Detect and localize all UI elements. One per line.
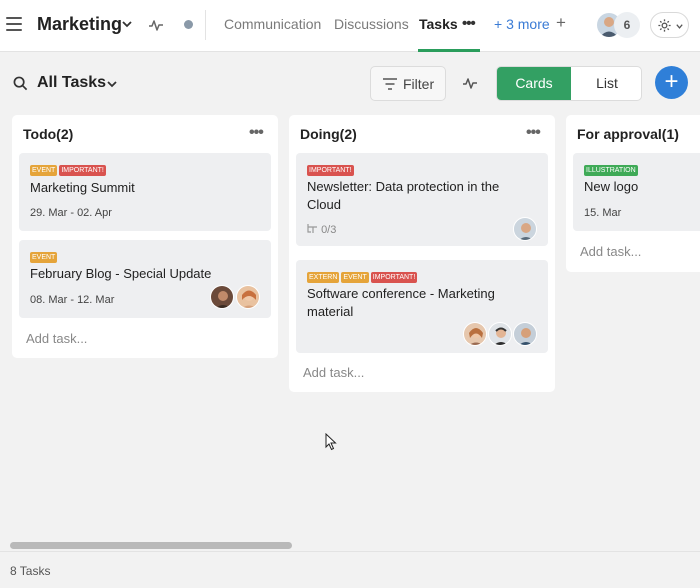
column-title: For approval(1) (577, 126, 679, 142)
active-tab-indicator (418, 49, 480, 52)
task-count: 8 Tasks (10, 564, 51, 578)
filter-icon (383, 78, 397, 90)
add-task-button[interactable]: + (655, 66, 688, 99)
avatar[interactable] (488, 322, 512, 346)
member-count-badge[interactable]: 6 (614, 12, 640, 38)
footer-divider (0, 551, 700, 552)
add-tab-icon[interactable]: + (556, 13, 566, 33)
settings-button[interactable] (650, 12, 689, 38)
tag-list: EVENT IMPORTANT! (30, 165, 108, 177)
add-task-link[interactable]: Add task... (26, 331, 87, 346)
tag-illustration: ILLUSTRATION (584, 165, 638, 176)
card-title-line: material (307, 304, 354, 319)
list-view-button[interactable]: List (571, 67, 641, 100)
mouse-cursor-icon (325, 433, 337, 451)
column-menu-icon[interactable]: ••• (249, 124, 264, 142)
card-title-line: Cloud (307, 197, 341, 212)
search-icon[interactable] (13, 76, 28, 91)
horizontal-scrollbar[interactable] (10, 542, 292, 549)
avatar[interactable] (463, 322, 487, 346)
column-title: Todo(2) (23, 126, 74, 142)
add-task-link[interactable]: Add task... (580, 244, 641, 259)
column-todo: Todo(2) ••• EVENT IMPORTANT! Marketing Su… (12, 115, 278, 358)
card-date: 29. Mar - 02. Apr (30, 207, 112, 219)
tab-communication[interactable]: Communication (224, 16, 321, 32)
tag-important: IMPORTANT! (59, 165, 106, 176)
avatar[interactable] (513, 322, 537, 346)
activity-icon[interactable] (462, 75, 478, 91)
chevron-down-icon[interactable] (106, 78, 118, 90)
filter-button[interactable]: Filter (370, 66, 446, 101)
task-card[interactable]: IMPORTANT! Newsletter: Data protection i… (296, 153, 548, 246)
chevron-down-icon (676, 24, 683, 29)
card-title: Software conference - Marketing material (307, 285, 495, 321)
card-title: New logo (584, 179, 639, 194)
column-for-approval: For approval(1) ILLUSTRATION New logo 15… (566, 115, 700, 272)
gear-icon (658, 19, 671, 32)
avatar[interactable] (513, 217, 537, 241)
subtask-progress: 0/3 (307, 224, 336, 236)
avatar[interactable] (210, 285, 234, 309)
chevron-down-icon[interactable] (121, 18, 133, 30)
card-title-line: Newsletter: Data protection in the (307, 179, 500, 194)
avatar[interactable] (236, 285, 260, 309)
task-card[interactable]: ILLUSTRATION New logo 15. Mar (573, 153, 700, 231)
task-card[interactable]: EVENT February Blog - Special Update 08.… (19, 240, 271, 318)
plus-icon: + (664, 68, 679, 95)
cards-view-button[interactable]: Cards (497, 67, 571, 100)
task-card[interactable]: EVENT IMPORTANT! Marketing Summit 29. Mar… (19, 153, 271, 231)
tag-list: ILLUSTRATION (584, 165, 640, 177)
divider (205, 10, 206, 40)
filter-label: Filter (403, 76, 435, 92)
add-task-link[interactable]: Add task... (303, 365, 364, 380)
card-title: Newsletter: Data protection in the Cloud (307, 178, 499, 214)
tag-important: IMPORTANT! (370, 272, 418, 283)
column-doing: Doing(2) ••• IMPORTANT! Newsletter: Data… (289, 115, 555, 392)
card-date: 15. Mar (584, 207, 622, 219)
status-dot (184, 20, 193, 29)
card-date: 08. Mar - 12. Mar (30, 294, 115, 306)
more-tabs-link[interactable]: + 3 more (494, 16, 550, 32)
card-title-line: Software conference - Marketing (307, 286, 495, 301)
tag-extern: EXTERN (307, 272, 340, 283)
subtask-icon (307, 224, 317, 233)
card-title: February Blog - Special Update (30, 266, 212, 281)
tag-event: EVENT (341, 272, 369, 283)
tag-list: EXTERN EVENT IMPORTANT! (307, 272, 419, 284)
tag-list: IMPORTANT! (307, 165, 356, 177)
view-mode-toggle: Cards List (496, 66, 642, 101)
tag-important: IMPORTANT! (307, 165, 354, 176)
workspace-title[interactable]: Marketing (37, 14, 122, 35)
tab-discussions[interactable]: Discussions (334, 16, 409, 32)
tag-list: EVENT (30, 252, 59, 264)
subtask-count: 0/3 (321, 224, 337, 236)
tab-options-icon[interactable]: ••• (462, 15, 476, 32)
column-title: Doing(2) (300, 126, 357, 142)
card-title: Marketing Summit (30, 180, 135, 195)
top-bar: Marketing Communication Discussions Task… (0, 0, 700, 52)
activity-icon[interactable] (148, 17, 164, 33)
column-menu-icon[interactable]: ••• (526, 124, 541, 142)
tag-event: EVENT (30, 252, 58, 263)
tag-event: EVENT (30, 165, 58, 176)
tab-tasks[interactable]: Tasks (419, 16, 458, 32)
view-title[interactable]: All Tasks (37, 74, 106, 92)
menu-icon[interactable] (6, 17, 22, 31)
task-card[interactable]: EXTERN EVENT IMPORTANT! Software conferenc… (296, 260, 548, 353)
